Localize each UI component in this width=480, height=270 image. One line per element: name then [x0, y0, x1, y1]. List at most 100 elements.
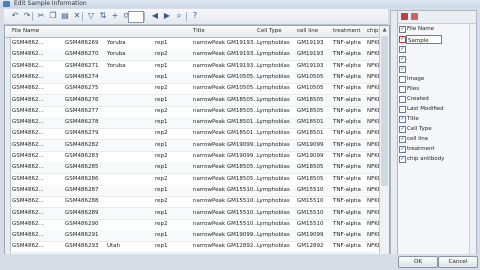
table-row[interactable]: GSM4862… GSM486269 Yoruba rep1 narrowPeak GM… [5, 38, 389, 50]
table-cell[interactable]: TNF-alpha [333, 208, 367, 219]
table-row[interactable]: GSM4862… GSM486277 rep2 narrowPeak GM18505…… [5, 105, 389, 118]
scroll-thumb[interactable] [381, 36, 388, 186]
table-row[interactable]: GSM4862… GSM486282 rep1 narrowPeak GM19099…… [5, 139, 389, 152]
table-cell[interactable]: rep1 [155, 185, 193, 196]
table-cell[interactable]: GM18505 [297, 95, 333, 106]
column-header[interactable]: Cell Type [257, 26, 297, 37]
table-cell[interactable]: rep1 [155, 241, 193, 252]
row-header[interactable] [5, 38, 11, 49]
add-icon[interactable]: + [110, 11, 120, 21]
table-cell[interactable]: Lymphoblas [257, 61, 297, 72]
column-header[interactable]: Title [193, 26, 257, 37]
table-cell[interactable]: GM19193 [297, 49, 333, 60]
table-cell[interactable]: GM19099 [297, 140, 333, 151]
table-cell[interactable]: narrowPeak GM19099… [193, 230, 257, 241]
table-cell[interactable]: narrowPeak GM19193… [193, 61, 257, 72]
scroll-up-icon[interactable]: ▲ [381, 27, 388, 34]
table-cell[interactable]: GSM486285 [65, 162, 107, 173]
sort-icon[interactable]: ⇅ [98, 11, 108, 21]
column-checkbox[interactable]: ✓ [399, 56, 406, 63]
table-cell[interactable]: narrowPeak GM19193… [193, 49, 257, 60]
table-cell[interactable]: narrowPeak GM19193… [193, 38, 257, 49]
table-cell[interactable]: TNF-alpha [333, 140, 367, 151]
table-cell[interactable]: GM19193 [297, 61, 333, 72]
table-row[interactable]: GSM4862… GSM486287 rep1 narrowPeak GM15510…… [5, 184, 389, 197]
toolbar-field[interactable] [128, 11, 144, 23]
table-row[interactable]: GSM4862… GSM486286 rep2 narrowPeak GM18505…… [5, 173, 389, 186]
table-cell[interactable]: Lymphoblas [257, 230, 297, 241]
table-cell[interactable]: GSM486279 [65, 128, 107, 139]
table-cell[interactable]: TNF-alpha [333, 151, 367, 162]
column-header[interactable]: File Name [12, 26, 64, 37]
table-cell[interactable]: rep1 [155, 140, 193, 151]
table-cell[interactable]: GSM486271 [65, 61, 107, 72]
table-cell[interactable]: TNF-alpha [333, 83, 367, 94]
table-cell[interactable]: TNF-alpha [333, 95, 367, 106]
table-row[interactable]: GSM4862… GSM486275 rep2 narrowPeak GM10505…… [5, 83, 389, 96]
row-header[interactable] [5, 105, 11, 117]
paste-icon[interactable]: ▤ [60, 11, 70, 21]
column-checkbox[interactable] [399, 96, 406, 103]
column-option[interactable]: ✓ [398, 54, 468, 64]
table-cell[interactable]: rep1 [155, 117, 193, 128]
column-checkbox[interactable]: ✓ [399, 26, 406, 33]
column-checkbox[interactable]: ✓ [399, 116, 406, 123]
table-cell[interactable]: narrowPeak GM19099… [193, 140, 257, 151]
table-cell[interactable]: GSM486278 [65, 117, 107, 128]
row-header[interactable] [5, 173, 11, 185]
table-cell[interactable]: GSM486270 [65, 49, 107, 60]
column-checkbox[interactable]: ✓ [399, 36, 406, 43]
table-cell[interactable]: GSM4862… [12, 106, 64, 117]
column-option[interactable]: ✓ Title [398, 114, 468, 124]
row-header[interactable] [5, 117, 11, 129]
table-cell[interactable]: narrowPeak GM18505… [193, 174, 257, 185]
row-header[interactable] [5, 151, 11, 162]
table-row[interactable]: GSM4862… GSM486291 rep1 narrowPeak GM19099…… [5, 230, 389, 243]
table-row[interactable]: GSM4862… GSM486288 rep2 narrowPeak GM15510…… [5, 196, 389, 209]
table-cell[interactable]: GSM486290 [65, 219, 107, 230]
table-cell[interactable]: GSM486277 [65, 106, 107, 117]
table-cell[interactable]: Lymphoblas [257, 117, 297, 128]
table-cell[interactable]: TNF-alpha [333, 219, 367, 230]
table-cell[interactable]: GSM4862… [12, 219, 64, 230]
table-cell[interactable]: rep1 [155, 38, 193, 49]
table-row[interactable]: GSM4862… GSM486285 rep1 narrowPeak GM18505…… [5, 162, 389, 175]
table-cell[interactable]: GM18505 [297, 162, 333, 173]
nav-prev-icon[interactable]: ◀ [150, 11, 160, 21]
row-header[interactable] [5, 60, 11, 72]
row-header[interactable] [5, 241, 11, 253]
column-checkbox[interactable]: ✓ [399, 126, 406, 133]
table-cell[interactable]: narrowPeak GM15510… [193, 208, 257, 219]
row-header[interactable] [5, 94, 11, 106]
table-cell[interactable]: GSM486269 [65, 38, 107, 49]
table-cell[interactable]: Lymphoblas [257, 185, 297, 196]
table-cell[interactable]: GSM4862… [12, 151, 64, 162]
table-cell[interactable]: TNF-alpha [333, 49, 367, 60]
table-row[interactable]: GSM4862… GSM486290 rep2 narrowPeak GM15510…… [5, 218, 389, 231]
column-option[interactable]: Files [398, 84, 468, 94]
table-cell[interactable]: rep1 [155, 162, 193, 173]
table-cell[interactable]: GSM486283 [65, 151, 107, 162]
redo-icon[interactable]: ↷ [22, 11, 32, 21]
table-cell[interactable]: GSM4862… [12, 174, 64, 185]
table-row[interactable]: GSM4862… GSM486270 Yoruba rep2 narrowPeak GM… [5, 49, 389, 62]
table-cell[interactable]: narrowPeak GM10505… [193, 72, 257, 83]
table-cell[interactable]: Lymphoblas [257, 72, 297, 83]
table-cell[interactable]: Lymphoblas [257, 196, 297, 207]
row-header[interactable] [5, 162, 11, 174]
row-header[interactable] [5, 230, 11, 242]
table-cell[interactable]: GSM4862… [12, 38, 64, 49]
table-cell[interactable]: GSM486274 [65, 72, 107, 83]
table-cell[interactable]: GM18501 [297, 128, 333, 139]
table-cell[interactable]: GSM4862… [12, 162, 64, 173]
table-cell[interactable]: rep2 [155, 49, 193, 60]
table-cell[interactable]: GSM486286 [65, 174, 107, 185]
table-vertical-scrollbar[interactable]: ▲ ▼ [379, 26, 389, 266]
table-cell[interactable]: GSM4862… [12, 196, 64, 207]
table-cell[interactable]: TNF-alpha [333, 38, 367, 49]
table-cell[interactable]: TNF-alpha [333, 196, 367, 207]
row-header[interactable] [5, 139, 11, 151]
table-cell[interactable]: narrowPeak GM15510… [193, 185, 257, 196]
table-cell[interactable]: rep2 [155, 83, 193, 94]
table-row[interactable]: GSM4862… GSM486293 Utah rep1 narrowPeak GM12… [5, 241, 389, 254]
